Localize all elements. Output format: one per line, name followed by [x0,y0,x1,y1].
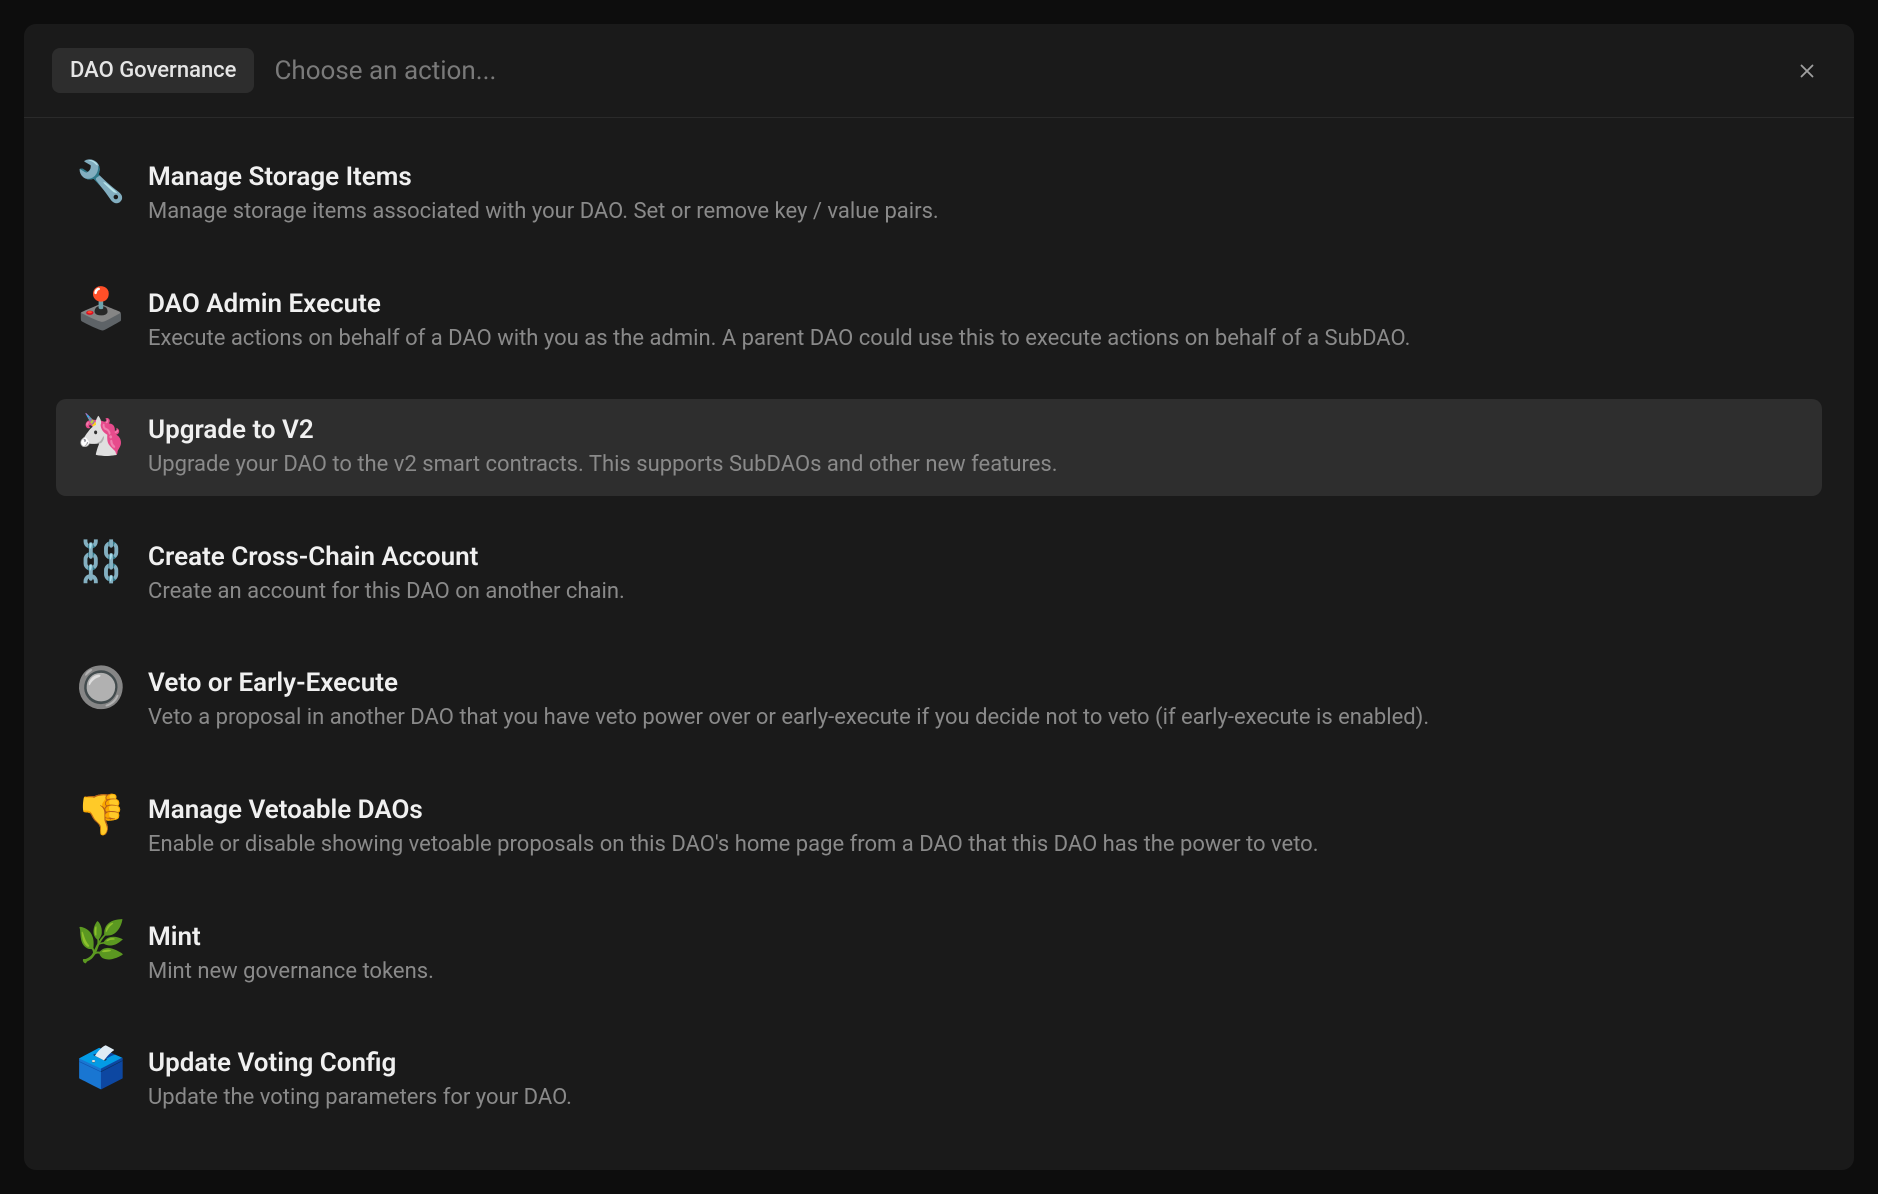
action-item[interactable]: 🦄 Upgrade to V2 Upgrade your DAO to the v2… [56,399,1822,496]
action-item[interactable]: 🗳️ Update Voting Config Update the voting … [56,1032,1822,1129]
action-item[interactable]: 👎 Manage Vetoable DAOs Enable or disable s… [56,779,1822,876]
action-description: Enable or disable showing vetoable propo… [148,831,1319,860]
action-title: Mint [148,922,434,952]
action-chooser-modal: DAO Governance Choose an action... 🔧 Mana… [24,24,1854,1170]
action-text: Veto or Early-Execute Veto a proposal in … [148,668,1429,733]
category-badge[interactable]: DAO Governance [52,48,254,93]
action-item[interactable]: 🔘 Veto or Early-Execute Veto a proposal in… [56,652,1822,749]
action-text: Manage Storage Items Manage storage items… [148,162,939,227]
action-description: Veto a proposal in another DAO that you … [148,704,1429,733]
action-text: Mint Mint new governance tokens. [148,922,434,987]
action-title: Manage Vetoable DAOs [148,795,1319,825]
action-icon: 🔘 [76,668,124,708]
action-icon: 🦄 [76,415,124,455]
action-title: DAO Admin Execute [148,289,1410,319]
action-title: Upgrade to V2 [148,415,1058,445]
action-title: Update Voting Config [148,1048,572,1078]
action-title: Create Cross-Chain Account [148,542,625,572]
action-text: Update Voting Config Update the voting pa… [148,1048,572,1113]
action-text: Upgrade to V2 Upgrade your DAO to the v2 … [148,415,1058,480]
action-icon: 🌿 [76,922,124,962]
close-button[interactable] [1788,52,1826,90]
action-icon: 🕹️ [76,289,124,329]
action-item[interactable]: 🌿 Mint Mint new governance tokens. [56,906,1822,1003]
close-icon [1796,60,1818,82]
action-text: DAO Admin Execute Execute actions on beha… [148,289,1410,354]
action-item[interactable]: 🕹️ DAO Admin Execute Execute actions on be… [56,273,1822,370]
action-icon: 👎 [76,795,124,835]
action-icon: 🔧 [76,162,124,202]
action-icon: 🗳️ [76,1048,124,1088]
action-description: Mint new governance tokens. [148,958,434,987]
action-description: Create an account for this DAO on anothe… [148,578,625,607]
action-text: Manage Vetoable DAOs Enable or disable sh… [148,795,1319,860]
search-input-placeholder[interactable]: Choose an action... [274,56,1768,86]
action-item[interactable]: ⛓️ Create Cross-Chain Account Create an ac… [56,526,1822,623]
actions-list: 🔧 Manage Storage Items Manage storage item… [24,118,1854,1157]
action-description: Manage storage items associated with you… [148,198,939,227]
action-item[interactable]: 🔧 Manage Storage Items Manage storage item… [56,146,1822,243]
action-description: Execute actions on behalf of a DAO with … [148,325,1410,354]
action-title: Manage Storage Items [148,162,939,192]
action-icon: ⛓️ [76,542,124,582]
action-title: Veto or Early-Execute [148,668,1429,698]
action-text: Create Cross-Chain Account Create an acco… [148,542,625,607]
modal-header: DAO Governance Choose an action... [24,24,1854,118]
action-description: Upgrade your DAO to the v2 smart contrac… [148,451,1058,480]
action-description: Update the voting parameters for your DA… [148,1084,572,1113]
